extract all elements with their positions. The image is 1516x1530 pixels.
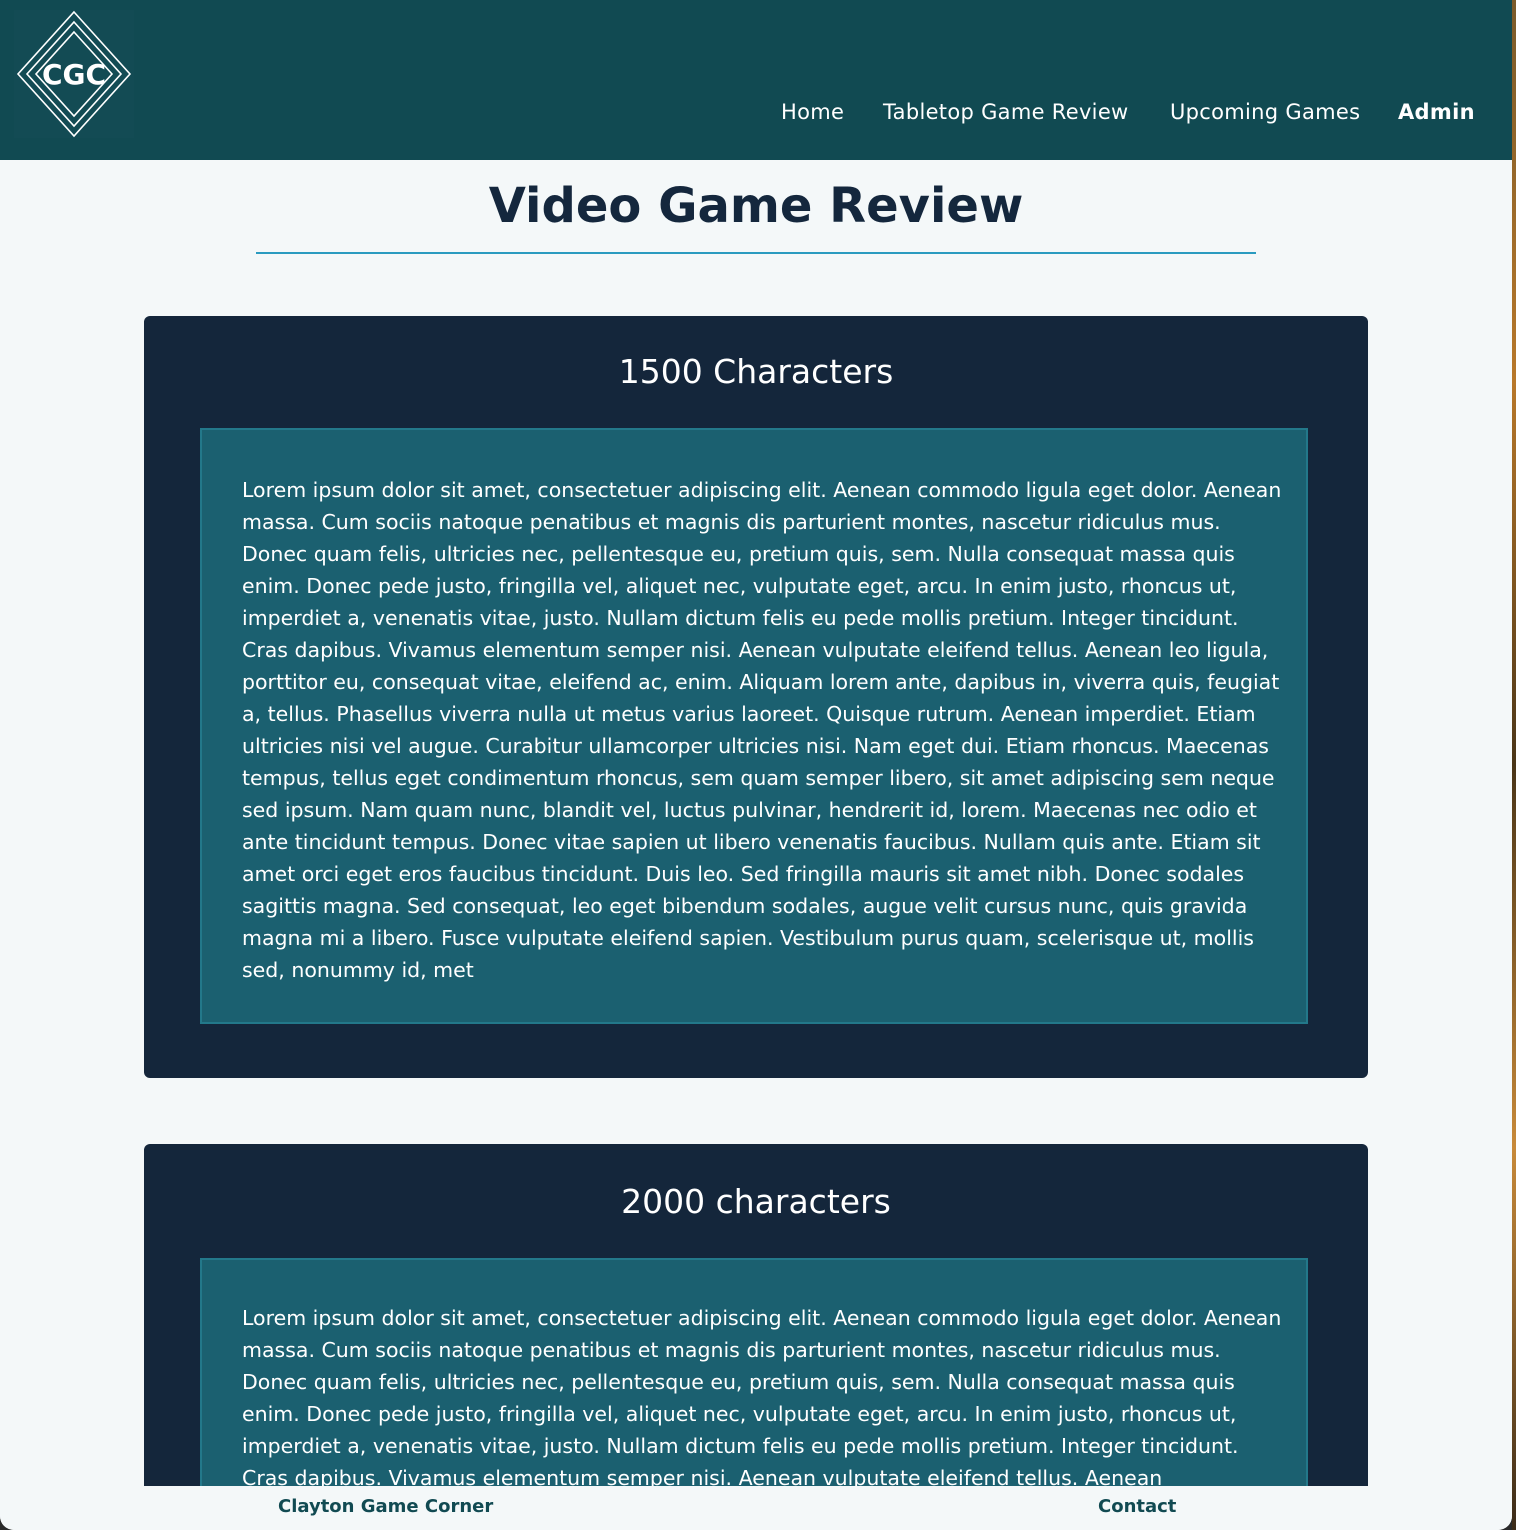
site-footer: Clayton Game Corner Contact (0, 1486, 1512, 1530)
title-divider (256, 252, 1256, 254)
card-heading: 2000 characters (621, 1182, 891, 1221)
logo-text: CGC (42, 58, 106, 91)
card-heading: 1500 Characters (618, 352, 894, 391)
desktop-background-edge (1512, 0, 1516, 1530)
footer-contact-link[interactable]: Contact (1098, 1496, 1176, 1517)
footer-site-name: Clayton Game Corner (278, 1496, 494, 1517)
nav-upcoming-link[interactable]: Upcoming Games (1170, 100, 1360, 124)
card-body: Lorem ipsum dolor sit amet, consectetuer… (200, 428, 1308, 1024)
page-title: Video Game Review (488, 178, 1024, 234)
nav-admin-link[interactable]: Admin (1398, 100, 1475, 124)
diamond-logo-icon: CGC (16, 10, 132, 138)
site-header: CGC Home Tabletop Game Review Upcoming G… (0, 0, 1512, 160)
card-text: Lorem ipsum dolor sit amet, consectetuer… (242, 478, 1282, 982)
nav-tabletop-link[interactable]: Tabletop Game Review (883, 100, 1129, 124)
nav-home-link[interactable]: Home (781, 100, 844, 124)
cgc-logo[interactable]: CGC (14, 10, 134, 138)
review-card: 2000 characters Lorem ipsum dolor sit am… (144, 1144, 1368, 1530)
footer-contact-label: Contact (1098, 1496, 1177, 1517)
review-card: 1500 Characters Lorem ipsum dolor sit am… (144, 316, 1368, 1078)
browser-page: CGC Home Tabletop Game Review Upcoming G… (0, 0, 1512, 1530)
card-text: Lorem ipsum dolor sit amet, consectetuer… (242, 1306, 1282, 1490)
